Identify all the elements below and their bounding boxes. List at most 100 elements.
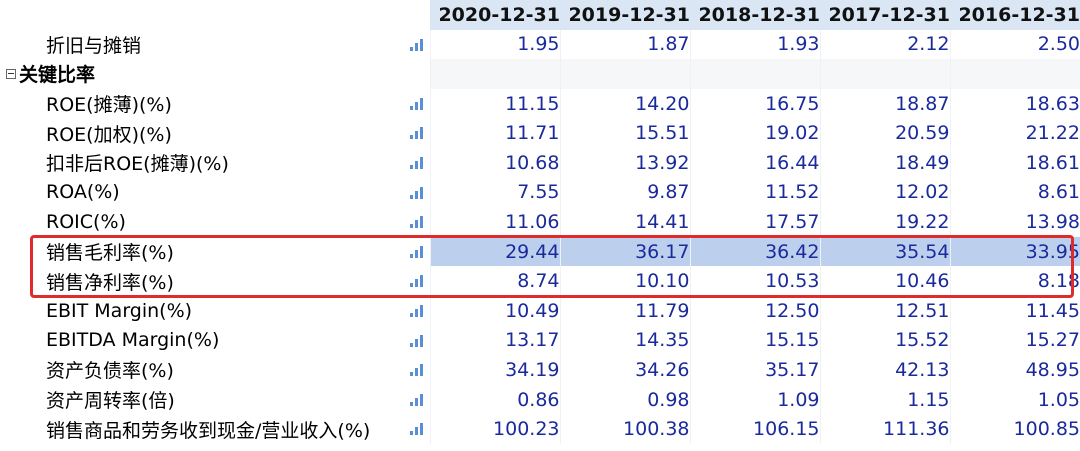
value-cell[interactable]: 1.93 xyxy=(689,29,820,60)
value-cell[interactable]: 11.45 xyxy=(949,295,1080,326)
value-cell[interactable]: 17.57 xyxy=(689,207,820,237)
value-cell[interactable]: 21.22 xyxy=(949,118,1080,148)
bar-chart-icon[interactable] xyxy=(409,186,424,199)
bar-chart-icon[interactable] xyxy=(409,97,424,110)
bar-chart-icon[interactable] xyxy=(409,364,424,377)
column-header-date[interactable]: 2020-12-31 xyxy=(430,0,560,30)
value-cell[interactable]: 13.92 xyxy=(559,147,690,178)
value-cell[interactable]: 36.42 xyxy=(689,236,820,267)
column-header-date[interactable]: 2017-12-31 xyxy=(820,0,950,30)
table-row[interactable]: 资产周转率(倍) 0.86 0.98 1.09 1.15 1.05 xyxy=(0,384,1080,415)
value-cell[interactable]: 10.46 xyxy=(819,266,950,296)
value-cell[interactable]: 19.22 xyxy=(819,207,950,237)
row-label-cell[interactable]: 资产负债率(%) xyxy=(0,355,430,385)
value-cell[interactable]: 34.26 xyxy=(559,355,690,385)
bar-chart-icon[interactable] xyxy=(409,127,424,140)
value-cell[interactable]: 8.61 xyxy=(949,177,1080,208)
value-cell[interactable]: 15.51 xyxy=(559,118,690,148)
value-cell[interactable]: 33.95 xyxy=(949,236,1080,267)
value-cell[interactable]: 100.85 xyxy=(949,414,1080,444)
row-label-cell[interactable]: ROE(加权)(%) xyxy=(0,118,430,148)
value-cell[interactable]: 1.15 xyxy=(819,384,950,415)
value-cell[interactable]: 48.95 xyxy=(949,355,1080,385)
value-cell[interactable]: 13.17 xyxy=(429,325,560,356)
value-cell[interactable]: 36.17 xyxy=(559,236,690,267)
value-cell[interactable]: 16.75 xyxy=(689,88,820,119)
value-cell[interactable]: 2.50 xyxy=(949,29,1080,60)
table-row[interactable]: 扣非后ROE(摊薄)(%) 10.68 13.92 16.44 18.49 18.61 xyxy=(0,147,1080,178)
row-label-cell[interactable]: 资产周转率(倍) xyxy=(0,385,430,415)
table-row[interactable]: ROA(%) 7.55 9.87 11.52 12.02 8.61 xyxy=(0,177,1080,208)
bar-chart-icon[interactable] xyxy=(409,393,424,406)
value-cell[interactable]: 14.35 xyxy=(559,325,690,356)
value-cell[interactable]: 9.87 xyxy=(559,177,690,208)
value-cell[interactable]: 12.51 xyxy=(819,295,950,326)
bar-chart-icon[interactable] xyxy=(409,38,424,51)
value-cell[interactable]: 18.63 xyxy=(949,88,1080,119)
collapse-minus-icon[interactable] xyxy=(6,68,16,79)
column-header-date[interactable]: 2016-12-31 xyxy=(950,0,1080,30)
value-cell[interactable]: 34.19 xyxy=(429,355,560,385)
value-cell[interactable]: 18.61 xyxy=(949,147,1080,178)
value-cell[interactable]: 111.36 xyxy=(819,414,950,444)
value-cell[interactable]: 11.15 xyxy=(429,88,560,119)
table-row[interactable]: ROE(摊薄)(%) 11.15 14.20 16.75 18.87 18.63 xyxy=(0,88,1080,119)
bar-chart-icon[interactable] xyxy=(409,423,424,436)
value-cell[interactable]: 100.23 xyxy=(429,414,560,444)
value-cell[interactable]: 10.53 xyxy=(689,266,820,296)
table-row[interactable]: 折旧与摊销 1.95 1.87 1.93 2.12 2.50 xyxy=(0,29,1080,60)
table-row[interactable]: EBIT Margin(%) 10.49 11.79 12.50 12.51 11.45 xyxy=(0,295,1080,326)
value-cell[interactable]: 11.52 xyxy=(689,177,820,208)
table-row[interactable]: 销售毛利率(%) 29.44 36.17 36.42 35.54 33.95 xyxy=(0,236,1080,267)
bar-chart-icon[interactable] xyxy=(409,156,424,169)
bar-chart-icon[interactable] xyxy=(409,216,424,229)
bar-chart-icon[interactable] xyxy=(409,275,424,288)
value-cell[interactable]: 35.17 xyxy=(689,355,820,385)
row-label-cell[interactable]: ROE(摊薄)(%) xyxy=(0,89,430,119)
value-cell[interactable]: 0.98 xyxy=(559,384,690,415)
table-row[interactable]: 资产负债率(%) 34.19 34.26 35.17 42.13 48.95 xyxy=(0,355,1080,385)
value-cell[interactable]: 1.09 xyxy=(689,384,820,415)
value-cell[interactable]: 11.79 xyxy=(559,295,690,326)
column-header-date[interactable]: 2018-12-31 xyxy=(690,0,820,30)
value-cell[interactable]: 16.44 xyxy=(689,147,820,178)
value-cell[interactable]: 18.87 xyxy=(819,88,950,119)
row-label-cell[interactable]: ROA(%) xyxy=(0,178,430,208)
value-cell[interactable]: 35.54 xyxy=(819,236,950,267)
value-cell[interactable]: 18.49 xyxy=(819,147,950,178)
value-cell[interactable]: 1.87 xyxy=(559,29,690,60)
row-label-cell[interactable]: 销售净利率(%) xyxy=(0,266,430,296)
row-label-cell[interactable]: 销售商品和劳务收到现金/营业收入(%) xyxy=(0,414,430,444)
value-cell[interactable]: 14.41 xyxy=(559,207,690,237)
table-row[interactable]: ROE(加权)(%) 11.71 15.51 19.02 20.59 21.22 xyxy=(0,118,1080,148)
value-cell[interactable]: 1.95 xyxy=(429,29,560,60)
value-cell[interactable]: 0.86 xyxy=(429,384,560,415)
table-row[interactable]: EBITDA Margin(%) 13.17 14.35 15.15 15.52 15.2… xyxy=(0,325,1080,356)
value-cell[interactable]: 20.59 xyxy=(819,118,950,148)
value-cell[interactable]: 11.71 xyxy=(429,118,560,148)
row-label-cell[interactable]: EBITDA Margin(%) xyxy=(0,326,430,356)
value-cell[interactable]: 10.10 xyxy=(559,266,690,296)
value-cell[interactable]: 7.55 xyxy=(429,177,560,208)
section-header[interactable]: 关键比率 xyxy=(0,59,430,89)
bar-chart-icon[interactable] xyxy=(409,304,424,317)
value-cell[interactable]: 14.20 xyxy=(559,88,690,119)
row-label-cell[interactable]: 折旧与摊销 xyxy=(0,30,430,60)
table-row[interactable]: 销售商品和劳务收到现金/营业收入(%) 100.23 100.38 106.15 111… xyxy=(0,414,1080,444)
value-cell[interactable]: 8.18 xyxy=(949,266,1080,296)
value-cell[interactable]: 8.74 xyxy=(429,266,560,296)
value-cell[interactable]: 29.44 xyxy=(429,236,560,267)
value-cell[interactable]: 1.05 xyxy=(949,384,1080,415)
table-row[interactable]: ROIC(%) 11.06 14.41 17.57 19.22 13.98 xyxy=(0,207,1080,237)
section-row[interactable]: 关键比率 xyxy=(0,59,1080,89)
value-cell[interactable]: 42.13 xyxy=(819,355,950,385)
row-label-cell[interactable]: 销售毛利率(%) xyxy=(0,237,430,267)
value-cell[interactable]: 106.15 xyxy=(689,414,820,444)
value-cell[interactable]: 12.02 xyxy=(819,177,950,208)
column-header-date[interactable]: 2019-12-31 xyxy=(560,0,690,30)
row-label-cell[interactable]: ROIC(%) xyxy=(0,207,430,237)
table-row[interactable]: 销售净利率(%) 8.74 10.10 10.53 10.46 8.18 xyxy=(0,266,1080,296)
value-cell[interactable]: 12.50 xyxy=(689,295,820,326)
value-cell[interactable]: 15.15 xyxy=(689,325,820,356)
value-cell[interactable]: 15.27 xyxy=(949,325,1080,356)
